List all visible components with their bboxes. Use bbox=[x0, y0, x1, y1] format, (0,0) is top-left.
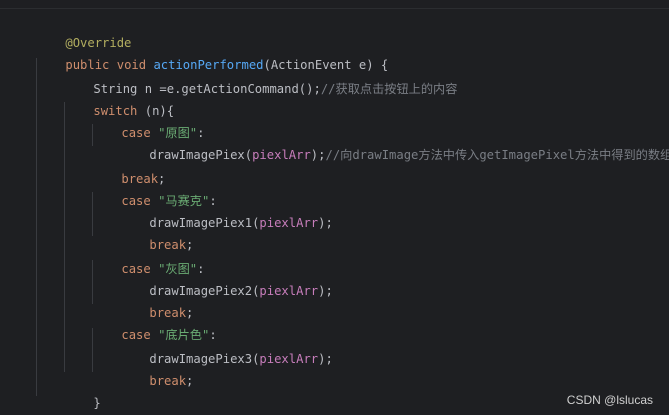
comment-token: //向drawImage方法中传入getImagePixel方法中得到的数组 bbox=[325, 148, 669, 162]
closing-brace: } bbox=[93, 396, 101, 410]
statement-token: ); bbox=[318, 216, 333, 230]
code-line-6[interactable]: drawImagePiex(piexlArr);//向drawImage方法中传… bbox=[120, 122, 669, 162]
statement-token: ); bbox=[310, 148, 326, 162]
code-line-16[interactable]: break; bbox=[120, 348, 193, 388]
code-line-4[interactable]: switch (n){ bbox=[64, 78, 174, 118]
code-line-17[interactable]: } bbox=[64, 370, 100, 410]
statement-token: ); bbox=[318, 284, 333, 298]
code-line-14[interactable]: case "底片色": bbox=[92, 302, 216, 342]
code-line-18[interactable]: } bbox=[36, 392, 73, 414]
code-line-1[interactable]: @Override bbox=[36, 10, 131, 50]
code-line-8[interactable]: case "马赛克": bbox=[92, 168, 216, 208]
statement-token: ); bbox=[318, 352, 333, 366]
code-line-5[interactable]: case "原图": bbox=[92, 100, 204, 140]
code-line-11[interactable]: case "灰图": bbox=[92, 236, 204, 276]
code-line-15[interactable]: drawImagePiex3(piexlArr); bbox=[120, 326, 332, 366]
code-line-3[interactable]: String n =e.getActionCommand();//获取点击按钮上… bbox=[64, 56, 457, 96]
indent-guide bbox=[36, 58, 37, 396]
comment-token: //获取点击按钮上的内容 bbox=[320, 82, 458, 96]
field-token: piexlArr bbox=[259, 216, 319, 230]
keyword-token: break bbox=[149, 374, 187, 388]
field-token: piexlArr bbox=[252, 148, 311, 162]
code-line-10[interactable]: break; bbox=[120, 212, 193, 252]
watermark-text: CSDN @lslucas bbox=[566, 393, 653, 407]
editor-top-border bbox=[0, 0, 669, 9]
code-line-2[interactable]: public void actionPerformed(ActionEvent … bbox=[36, 32, 388, 72]
code-line-13[interactable]: break; bbox=[120, 280, 193, 320]
code-line-7[interactable]: break; bbox=[92, 146, 165, 186]
field-token: piexlArr bbox=[259, 352, 319, 366]
code-line-9[interactable]: drawImagePiex1(piexlArr); bbox=[120, 190, 332, 230]
code-editor[interactable]: @Override public void actionPerformed(Ac… bbox=[0, 0, 669, 415]
statement-token: ; bbox=[186, 374, 194, 388]
field-token: piexlArr bbox=[259, 284, 319, 298]
code-line-12[interactable]: drawImagePiex2(piexlArr); bbox=[120, 258, 332, 298]
